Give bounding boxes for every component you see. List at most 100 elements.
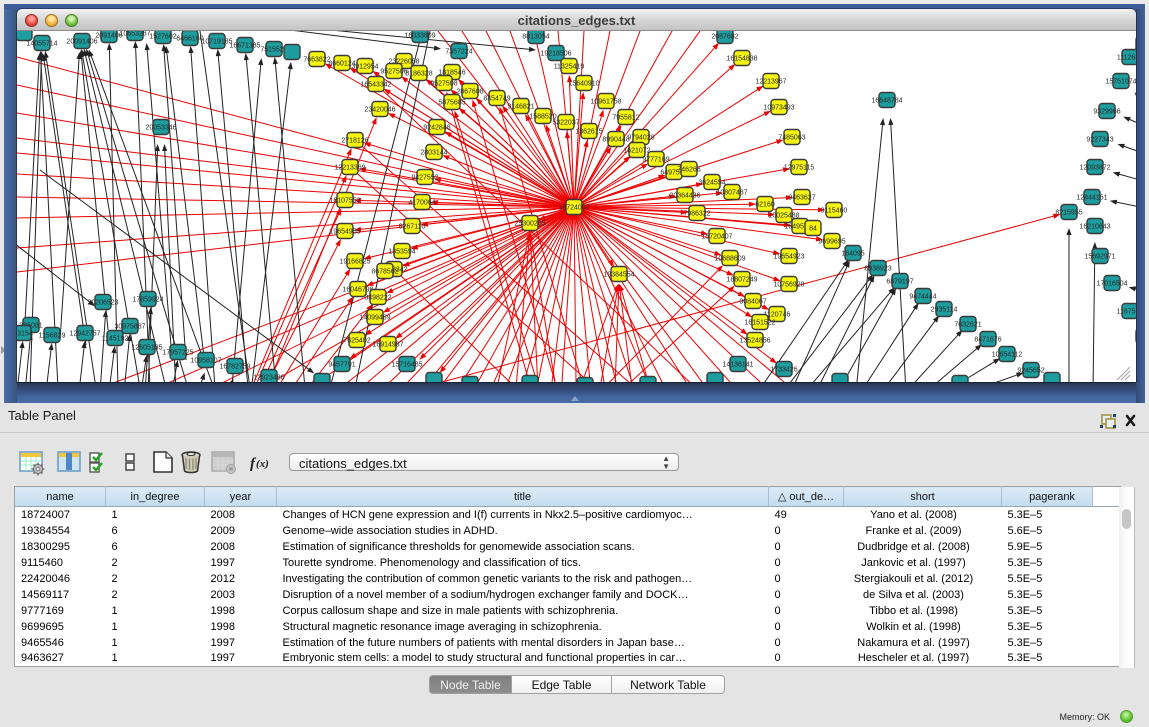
svg-text:9242848: 9242848 xyxy=(423,124,450,131)
svg-text:9527506: 9527506 xyxy=(380,68,407,75)
svg-text:5875685: 5875685 xyxy=(438,99,465,106)
svg-text:16914937: 16914937 xyxy=(372,341,403,348)
svg-text:1621072: 1621072 xyxy=(623,147,650,154)
svg-text:9794028: 9794028 xyxy=(627,134,654,141)
svg-text:9245652: 9245652 xyxy=(1017,367,1044,374)
svg-text:12923486: 12923486 xyxy=(253,374,284,381)
svg-text:12942757: 12942757 xyxy=(69,330,100,337)
svg-text:12213967: 12213967 xyxy=(755,78,786,85)
svg-text:5322037: 5322037 xyxy=(552,119,579,126)
svg-text:13524856: 13524856 xyxy=(739,337,770,344)
svg-text:16154838: 16154838 xyxy=(726,55,757,62)
svg-text:10807487: 10807487 xyxy=(716,189,747,196)
svg-text:8186328: 8186328 xyxy=(405,70,432,77)
svg-text:9457791: 9457791 xyxy=(328,361,355,368)
svg-text:14099489: 14099489 xyxy=(359,314,390,321)
svg-text:30975887: 30975887 xyxy=(114,323,145,330)
svg-text:9463627: 9463627 xyxy=(788,194,815,201)
svg-text:16107553: 16107553 xyxy=(329,197,360,204)
svg-text:20053346: 20053346 xyxy=(145,124,176,131)
svg-text:16033809: 16033809 xyxy=(404,32,435,39)
svg-text:16782759: 16782759 xyxy=(219,363,250,370)
svg-text:12505135: 12505135 xyxy=(131,344,162,351)
svg-text:16671385: 16671385 xyxy=(229,42,260,49)
svg-text:2087682: 2087682 xyxy=(711,33,738,40)
svg-text:10719185: 10719185 xyxy=(201,38,232,45)
svg-text:10958107: 10958107 xyxy=(190,357,221,364)
svg-text:18807249: 18807249 xyxy=(726,276,757,283)
svg-text:19166825: 19166825 xyxy=(339,258,370,265)
svg-text:20206523: 20206523 xyxy=(87,299,118,306)
svg-text:14136141: 14136141 xyxy=(722,361,753,368)
svg-text:9474444: 9474444 xyxy=(909,293,936,300)
svg-text:2803144: 2803144 xyxy=(420,149,447,156)
svg-text:2867608: 2867608 xyxy=(456,88,483,95)
svg-text:9777169: 9777169 xyxy=(642,156,669,163)
svg-text:14055714: 14055714 xyxy=(26,40,57,47)
svg-text:84: 84 xyxy=(809,225,817,232)
svg-text:17859924: 17859924 xyxy=(132,296,163,303)
svg-text:18724007: 18724007 xyxy=(558,204,589,211)
svg-text:16151522: 16151522 xyxy=(744,319,775,326)
svg-text:15640910: 15640910 xyxy=(568,80,599,87)
svg-text:15716485: 15716485 xyxy=(391,361,422,368)
svg-text:(x): (x) xyxy=(256,458,269,470)
svg-text:8267110: 8267110 xyxy=(399,223,426,230)
svg-text:16543342: 16543342 xyxy=(360,81,391,88)
svg-text:19384554: 19384554 xyxy=(603,271,634,278)
svg-text:7663822: 7663822 xyxy=(303,56,330,63)
svg-text:6466160: 6466160 xyxy=(176,35,203,42)
svg-text:15751074: 15751074 xyxy=(1105,78,1136,85)
svg-text:3624554: 3624554 xyxy=(698,179,725,186)
svg-text:2718126: 2718126 xyxy=(341,137,368,144)
svg-text:9146821: 9146821 xyxy=(507,103,534,110)
svg-text:9227343: 9227343 xyxy=(1086,136,1113,143)
svg-text:1156829: 1156829 xyxy=(39,332,66,339)
svg-text:8678562: 8678562 xyxy=(371,268,398,275)
svg-text:9115460: 9115460 xyxy=(821,207,848,214)
svg-text:17957225: 17957225 xyxy=(162,349,193,356)
svg-text:9329966: 9329966 xyxy=(1093,108,1120,115)
svg-text:16046798: 16046798 xyxy=(342,286,373,293)
svg-text:8454749: 8454749 xyxy=(483,95,510,102)
svg-text:25300205: 25300205 xyxy=(514,220,545,227)
svg-text:17016504: 17016504 xyxy=(1096,280,1127,287)
svg-text:1145192: 1145192 xyxy=(102,335,129,342)
svg-text:1733426: 1733426 xyxy=(770,366,797,373)
svg-text:12975115: 12975115 xyxy=(784,164,815,171)
svg-text:1362615: 1362615 xyxy=(575,128,602,135)
svg-text:7955812: 7955812 xyxy=(612,114,639,121)
svg-text:8215955: 8215955 xyxy=(1055,209,1082,216)
svg-text:10973493: 10973493 xyxy=(763,104,794,111)
svg-text:1112646: 1112646 xyxy=(1117,54,1136,61)
svg-text:3912954: 3912954 xyxy=(351,63,378,70)
svg-text:8471676: 8471676 xyxy=(974,336,1001,343)
svg-text:19654923: 19654923 xyxy=(773,253,804,260)
svg-text:16648784: 16648784 xyxy=(871,97,902,104)
svg-text:33154: 33154 xyxy=(17,330,33,337)
svg-text:62160: 62160 xyxy=(755,201,775,208)
svg-text:8813054: 8813054 xyxy=(522,33,549,40)
svg-text:8938923: 8938923 xyxy=(864,265,891,272)
svg-text:20091406: 20091406 xyxy=(66,38,97,45)
svg-text:19218506: 19218506 xyxy=(540,50,571,57)
svg-text:15720407: 15720407 xyxy=(701,233,732,240)
svg-text:1527602: 1527602 xyxy=(149,33,176,40)
svg-text:10961758: 10961758 xyxy=(590,98,621,105)
svg-text:164095: 164095 xyxy=(841,250,864,257)
svg-text:1167533: 1167533 xyxy=(1117,308,1136,315)
svg-text:2935114: 2935114 xyxy=(931,306,958,313)
svg-text:15692971: 15692971 xyxy=(1084,253,1115,260)
svg-text:10653267: 10653267 xyxy=(119,31,150,37)
svg-text:7625402: 7625402 xyxy=(343,337,370,344)
svg-text:7986322: 7986322 xyxy=(683,210,710,217)
svg-text:1353594: 1353594 xyxy=(388,248,415,255)
svg-text:10654112: 10654112 xyxy=(992,351,1023,358)
svg-text:19654955: 19654955 xyxy=(329,228,360,235)
svg-text:23420046: 23420046 xyxy=(364,106,395,113)
svg-text:9527508: 9527508 xyxy=(430,80,457,87)
svg-text:9084067: 9084067 xyxy=(739,298,766,305)
svg-text:12213369: 12213369 xyxy=(334,164,365,171)
svg-text:10756928: 10756928 xyxy=(773,281,804,288)
svg-text:746266: 746266 xyxy=(677,166,700,173)
